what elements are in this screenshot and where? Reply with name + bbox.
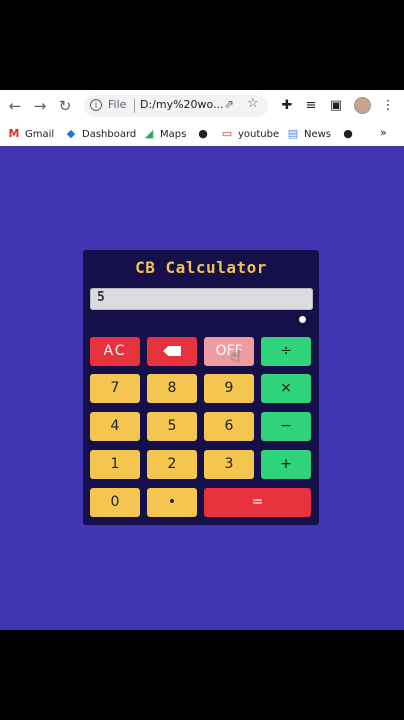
bookmark-label: Gmail bbox=[25, 128, 55, 140]
address-bar[interactable]: i File D:/my%20wo... ⇗ ☆ bbox=[84, 95, 268, 117]
bookmark-maps[interactable]: ◢ Maps bbox=[143, 124, 187, 144]
equals-button[interactable]: = bbox=[204, 488, 311, 517]
bookmark-label: youtube bbox=[238, 128, 280, 140]
key-7[interactable]: 7 bbox=[90, 374, 140, 403]
bookmark-star-icon[interactable]: ☆ bbox=[247, 96, 259, 111]
share-icon[interactable]: ⇗ bbox=[224, 97, 234, 111]
backspace-button[interactable] bbox=[147, 337, 197, 366]
divide-button[interactable]: ÷ bbox=[261, 337, 311, 366]
subtract-button[interactable]: − bbox=[261, 412, 311, 441]
bookmark-label: Maps bbox=[160, 128, 187, 140]
bookmark-news[interactable]: ▤ News bbox=[287, 124, 331, 144]
key-0[interactable]: 0 bbox=[90, 488, 140, 517]
maps-icon: ◢ bbox=[144, 127, 154, 140]
hand-pointer-cursor-icon: ☝ bbox=[231, 346, 241, 365]
key-3[interactable]: 3 bbox=[204, 450, 254, 479]
globe-icon: ● bbox=[343, 127, 353, 140]
add-button[interactable]: + bbox=[261, 450, 311, 479]
menu-kebab-icon[interactable]: ⋮ bbox=[378, 95, 398, 117]
bookmarks-bar: M Gmail ◆ Dashboard ◢ Maps ● ▭ youtube ▤… bbox=[0, 122, 404, 146]
more-bookmarks-chevron[interactable]: » bbox=[380, 126, 387, 139]
bookmark-gmail[interactable]: M Gmail bbox=[8, 124, 55, 144]
calculator-display: 5 bbox=[90, 288, 313, 310]
file-scheme-label: File bbox=[108, 98, 127, 111]
media-controls-icon[interactable]: ≡ bbox=[301, 95, 321, 117]
address-divider bbox=[134, 99, 135, 113]
key-5[interactable]: 5 bbox=[147, 412, 197, 441]
forward-icon[interactable]: → bbox=[29, 95, 51, 117]
extensions-icon[interactable]: ✚ bbox=[277, 95, 297, 117]
calculator: CB Calculator 5 AC OFF ÷ 7 8 9 × 4 5 6 −… bbox=[83, 250, 319, 525]
back-icon[interactable]: ← bbox=[4, 95, 26, 117]
browser-chrome: ← → ↻ i File D:/my%20wo... ⇗ ☆ ✚ ≡ ▣ ⋮ M… bbox=[0, 90, 404, 146]
backspace-icon bbox=[163, 346, 181, 356]
calculator-title: CB Calculator bbox=[135, 258, 267, 277]
dashboard-icon: ◆ bbox=[66, 127, 76, 140]
display-value: 5 bbox=[97, 290, 105, 305]
bookmark-youtube[interactable]: ▭ youtube bbox=[221, 124, 279, 144]
info-icon[interactable]: i bbox=[90, 99, 102, 111]
reload-icon[interactable]: ↻ bbox=[54, 95, 76, 117]
youtube-icon: ▭ bbox=[221, 127, 233, 140]
gmail-icon: M bbox=[8, 127, 20, 140]
bookmark-label: News bbox=[304, 128, 332, 140]
bookmark-globe[interactable]: ● bbox=[197, 124, 214, 144]
bookmark-dashboard[interactable]: ◆ Dashboard bbox=[65, 124, 137, 144]
key-9[interactable]: 9 bbox=[204, 374, 254, 403]
power-indicator bbox=[299, 316, 306, 323]
key-8[interactable]: 8 bbox=[147, 374, 197, 403]
bookmark-globe-2[interactable]: ● bbox=[342, 124, 359, 144]
key-4[interactable]: 4 bbox=[90, 412, 140, 441]
multiply-button[interactable]: × bbox=[261, 374, 311, 403]
url-text[interactable]: D:/my%20wo... bbox=[140, 98, 224, 111]
bookmark-label: Dashboard bbox=[82, 128, 137, 140]
globe-icon: ● bbox=[198, 127, 208, 140]
off-button[interactable]: OFF bbox=[204, 337, 254, 366]
news-icon: ▤ bbox=[287, 127, 299, 140]
key-6[interactable]: 6 bbox=[204, 412, 254, 441]
side-panel-icon[interactable]: ▣ bbox=[326, 95, 346, 117]
decimal-button[interactable]: • bbox=[147, 488, 197, 517]
key-2[interactable]: 2 bbox=[147, 450, 197, 479]
key-1[interactable]: 1 bbox=[90, 450, 140, 479]
all-clear-button[interactable]: AC bbox=[90, 337, 140, 366]
profile-avatar[interactable] bbox=[354, 97, 371, 114]
